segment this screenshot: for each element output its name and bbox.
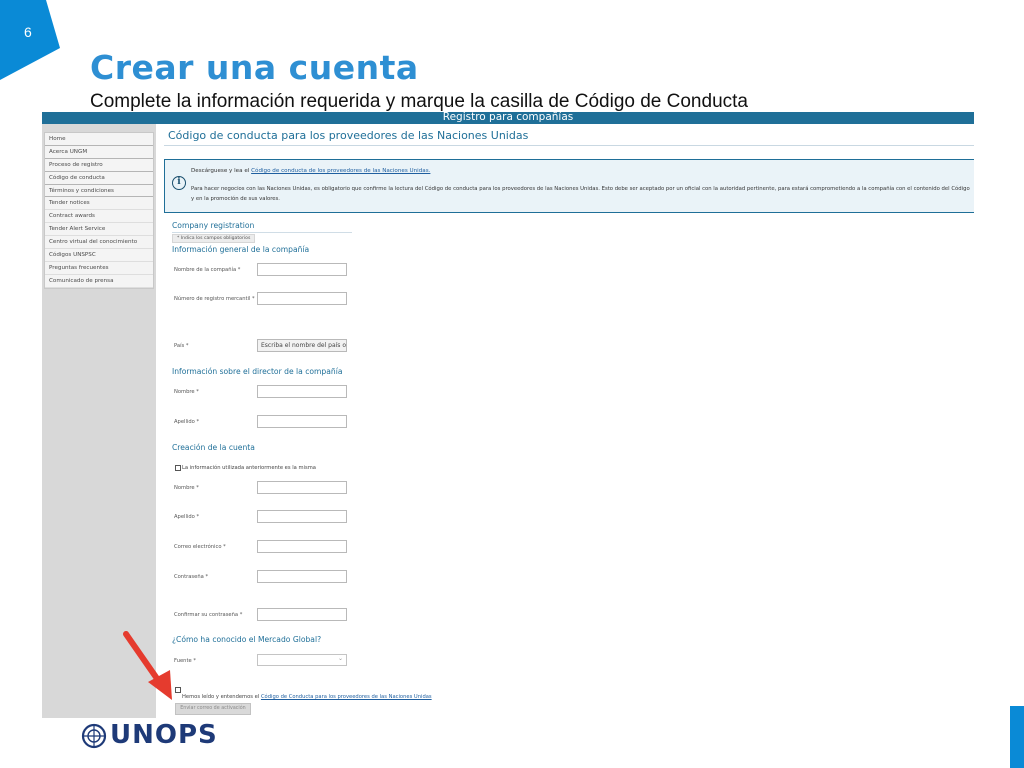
sidebar-item-faq[interactable]: Preguntas frecuentes [45,262,153,275]
sidebar-item-knowledge-centre[interactable]: Centro virtual del conocimiento [45,236,153,250]
page-heading: Código de conducta para los proveedores … [168,129,529,142]
registration-header-title: Registro para compañías [442,112,574,123]
email-input[interactable] [257,540,347,553]
slide-right-accent-bar [1010,706,1024,768]
slide-title: Crear una cuenta [90,48,419,87]
info-description: Para hacer negocios con las Naciones Uni… [191,186,970,202]
info-download-line: Descárguese y lea el Código de conducta … [191,168,430,174]
sidebar-item-home[interactable]: Home [45,133,153,146]
unops-logo-text: UNOPS [110,720,218,750]
sidebar-item-terms[interactable]: Términos y condiciones [45,185,153,198]
account-last-name-input[interactable] [257,510,347,523]
chevron-down-icon: ⌄ [337,656,343,662]
commercial-register-input[interactable] [257,292,347,305]
password-label: Contraseña * [174,574,209,580]
director-first-name-input[interactable] [257,385,347,398]
red-pointer-arrow-icon [123,631,172,700]
account-first-name-input[interactable] [257,481,347,494]
sidebar-item-tender-alert[interactable]: Tender Alert Service [45,223,153,237]
slide-number: 6 [24,24,32,40]
director-last-name-input[interactable] [257,415,347,428]
same-info-checkbox[interactable] [175,465,181,471]
registration-header-bar: Registro para compañías [42,112,974,124]
sidebar-item-registration-process[interactable]: Proceso de registro [45,159,153,172]
commercial-register-label: Número de registro mercantil * [174,296,255,302]
slide-subtitle: Complete la información requerida y marq… [90,91,748,112]
sidebar-item-about[interactable]: Acerca UNGM [45,146,153,159]
heading-divider [164,145,974,146]
section-account-creation: Creación de la cuenta [172,443,255,452]
sidebar-item-tender-notices[interactable]: Tender notices [45,197,153,211]
sidebar-item-code-of-conduct[interactable]: Código de conducta [45,172,153,185]
section-director-info: Información sobre el director de la comp… [172,367,343,376]
slide-corner-tab [0,0,60,80]
section-general-info: Información general de la compañía [172,245,310,254]
sidebar-menu: Home Acerca UNGM Proceso de registro Cód… [44,132,154,289]
country-input[interactable]: Escriba el nombre del país o re [257,339,347,352]
code-of-conduct-info-box: i Descárguese y lea el Código de conduct… [164,159,974,213]
account-last-name-label: Apellido * [174,514,200,520]
company-name-input[interactable] [257,263,347,276]
confirm-password-input[interactable] [257,608,347,621]
company-name-label: Nombre de la compañía * [174,267,241,273]
required-fields-note: * Indica los campos obligatorios [172,234,256,243]
sidebar-item-unspsc[interactable]: Códigos UNSPSC [45,249,153,262]
info-download-prefix: Descárguese y lea el [191,168,250,174]
section-company-registration: Company registration [172,221,255,230]
same-info-label: La información utilizada anteriormente e… [182,465,316,471]
code-of-conduct-accept-label: Hemos leído y entendemos el Código de Co… [182,694,432,700]
director-last-name-label: Apellido * [174,419,200,425]
director-first-name-label: Nombre * [174,389,199,395]
un-emblem-icon [81,723,107,749]
code-of-conduct-download-link[interactable]: Código de conducta de los proveedores de… [251,168,430,174]
confirm-password-label: Confirmar su contraseña * [174,612,243,618]
sidebar-item-contract-awards[interactable]: Contract awards [45,210,153,224]
account-first-name-label: Nombre * [174,485,199,491]
code-of-conduct-accept-prefix: Hemos leído y entendemos el [182,694,260,700]
section-how-did-you-hear: ¿Cómo ha conocido el Mercado Global? [172,635,322,644]
country-label: País * [174,343,189,349]
email-label: Correo electrónico * [174,544,226,550]
source-select[interactable]: ⌄ [257,654,347,666]
info-icon: i [172,176,186,190]
sidebar-item-press-release[interactable]: Comunicado de prensa [45,275,153,288]
code-of-conduct-link[interactable]: Código de Conducta para los proveedores … [261,694,432,700]
section-divider [172,232,352,233]
password-input[interactable] [257,570,347,583]
send-activation-button[interactable]: Enviar correo de activación [175,703,251,715]
